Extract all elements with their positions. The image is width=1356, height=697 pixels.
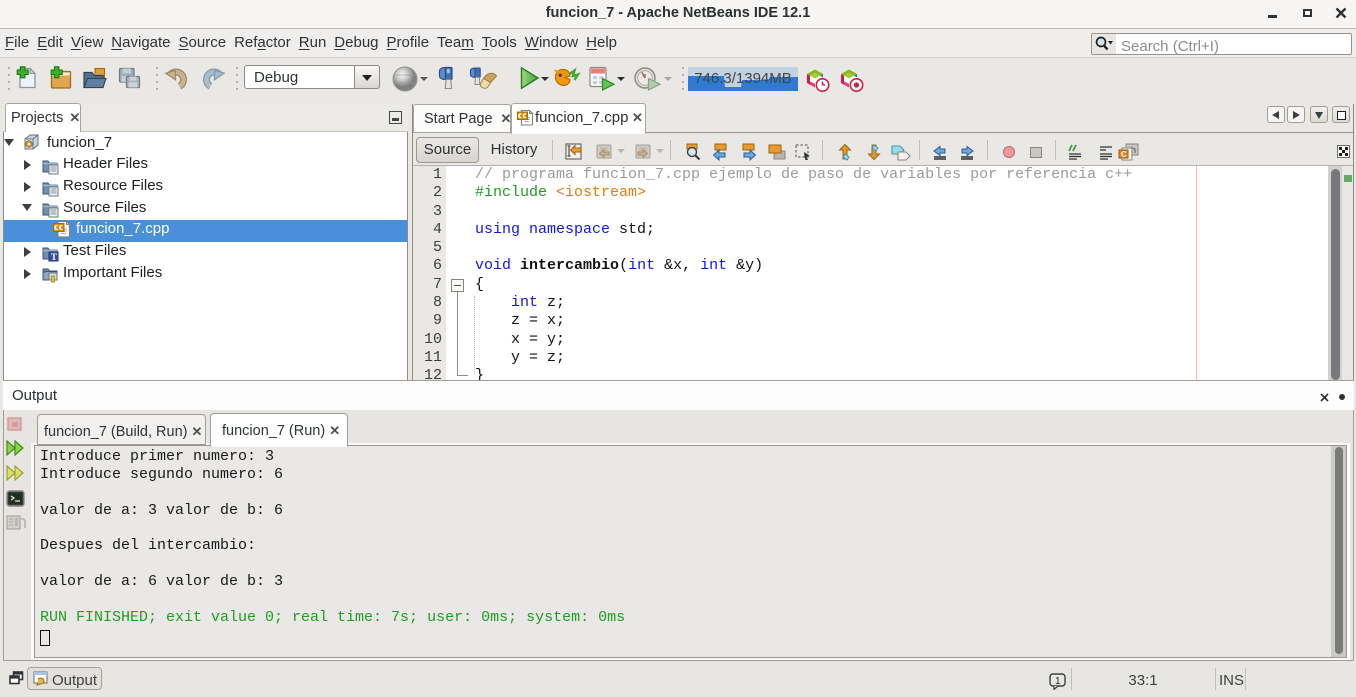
svg-text:T: T — [51, 252, 57, 262]
svg-text:C: C — [1121, 150, 1127, 159]
svg-text:1: 1 — [1055, 676, 1061, 687]
